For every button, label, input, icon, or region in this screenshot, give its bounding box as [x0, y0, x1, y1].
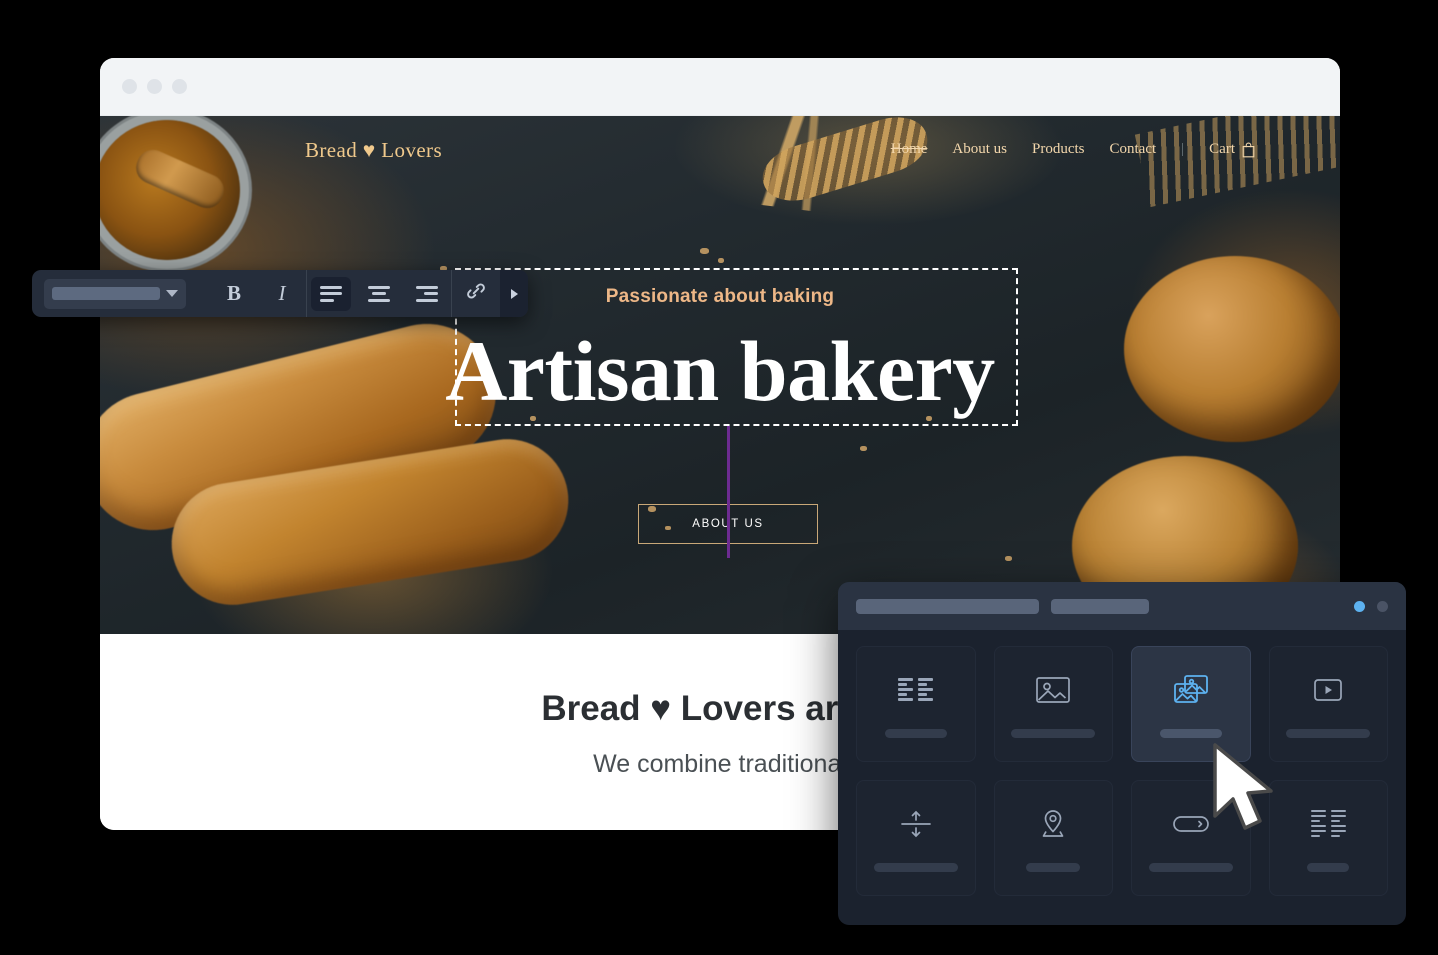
align-center-button[interactable]	[355, 270, 403, 317]
map-pin-icon	[1036, 805, 1070, 843]
nav-link-cart[interactable]: Cart	[1209, 141, 1255, 158]
grid-view-toggle[interactable]	[1354, 600, 1365, 612]
chevron-down-icon	[166, 290, 178, 297]
screenshot-stage: Bread ♥ Lovers Home About us Products Co…	[0, 0, 1438, 955]
shopping-bag-icon	[1242, 142, 1255, 158]
align-left-button[interactable]	[307, 270, 355, 317]
toolbar-more-button[interactable]	[500, 270, 528, 317]
align-left-icon	[320, 285, 342, 302]
browser-title-bar	[100, 58, 1340, 116]
italic-button[interactable]: I	[258, 270, 306, 317]
element-selection-outline	[455, 268, 1018, 426]
widget-card-list-columns[interactable]	[1268, 780, 1388, 896]
nav-link-home[interactable]: Home	[891, 141, 928, 158]
site-navigation-bar: Bread ♥ Lovers Home About us Products Co…	[100, 116, 1340, 182]
widget-card-video[interactable]	[1268, 646, 1388, 762]
widget-card-text-columns[interactable]	[856, 646, 976, 762]
widget-label	[1148, 862, 1233, 872]
bold-label: B	[226, 281, 241, 305]
widget-label	[1159, 728, 1222, 738]
widget-label	[1286, 728, 1371, 738]
widget-picker-panel	[838, 582, 1406, 925]
mouse-cursor	[1211, 742, 1279, 839]
list-view-toggle[interactable]	[1377, 600, 1388, 612]
nav-link-products[interactable]: Products	[1032, 141, 1085, 158]
widget-card-spacer[interactable]	[856, 780, 976, 896]
button-icon	[1172, 805, 1210, 843]
widget-label	[873, 862, 958, 872]
widget-label	[1026, 862, 1081, 872]
font-style-select-value	[52, 287, 160, 300]
font-style-select[interactable]	[44, 278, 186, 309]
video-icon	[1312, 671, 1344, 709]
insert-link-button[interactable]	[452, 270, 500, 317]
link-icon	[465, 280, 487, 307]
align-right-button[interactable]	[403, 270, 451, 317]
window-minimize-dot[interactable]	[147, 79, 162, 94]
italic-label: I	[278, 281, 286, 305]
list-columns-icon	[1310, 805, 1346, 843]
text-columns-icon	[898, 671, 934, 709]
site-brand-logo[interactable]: Bread ♥ Lovers	[305, 138, 442, 163]
widget-grid	[838, 630, 1406, 912]
nav-link-about-us[interactable]: About us	[952, 141, 1007, 158]
alignment-guide-line	[727, 426, 730, 558]
chevron-right-icon	[510, 288, 518, 299]
hero-content: Passionate about baking Artisan bakery A…	[100, 116, 1340, 634]
site-nav-links: Home About us Products Contact | Cart	[891, 141, 1255, 158]
window-close-dot[interactable]	[122, 79, 137, 94]
cart-label: Cart	[1209, 141, 1235, 157]
bold-button[interactable]: B	[210, 270, 258, 317]
widget-label	[1011, 728, 1096, 738]
hero-section: Bread ♥ Lovers Home About us Products Co…	[100, 116, 1340, 634]
image-icon	[1035, 671, 1071, 709]
widget-card-image[interactable]	[993, 646, 1113, 762]
nav-divider: |	[1181, 141, 1185, 157]
spacer-icon	[898, 805, 934, 843]
text-editor-toolbar: B I	[32, 270, 528, 317]
align-center-icon	[368, 285, 390, 302]
gallery-icon	[1172, 671, 1210, 709]
nav-link-contact[interactable]: Contact	[1110, 141, 1157, 158]
widget-card-map[interactable]	[993, 780, 1113, 896]
widget-label	[884, 728, 947, 738]
widget-label	[1307, 862, 1350, 872]
window-maximize-dot[interactable]	[172, 79, 187, 94]
widget-panel-header	[838, 582, 1406, 630]
widget-view-toggles	[1354, 600, 1388, 612]
widget-search-input[interactable]	[856, 598, 1039, 614]
align-right-icon	[416, 285, 438, 302]
widget-filter-input[interactable]	[1051, 598, 1149, 614]
